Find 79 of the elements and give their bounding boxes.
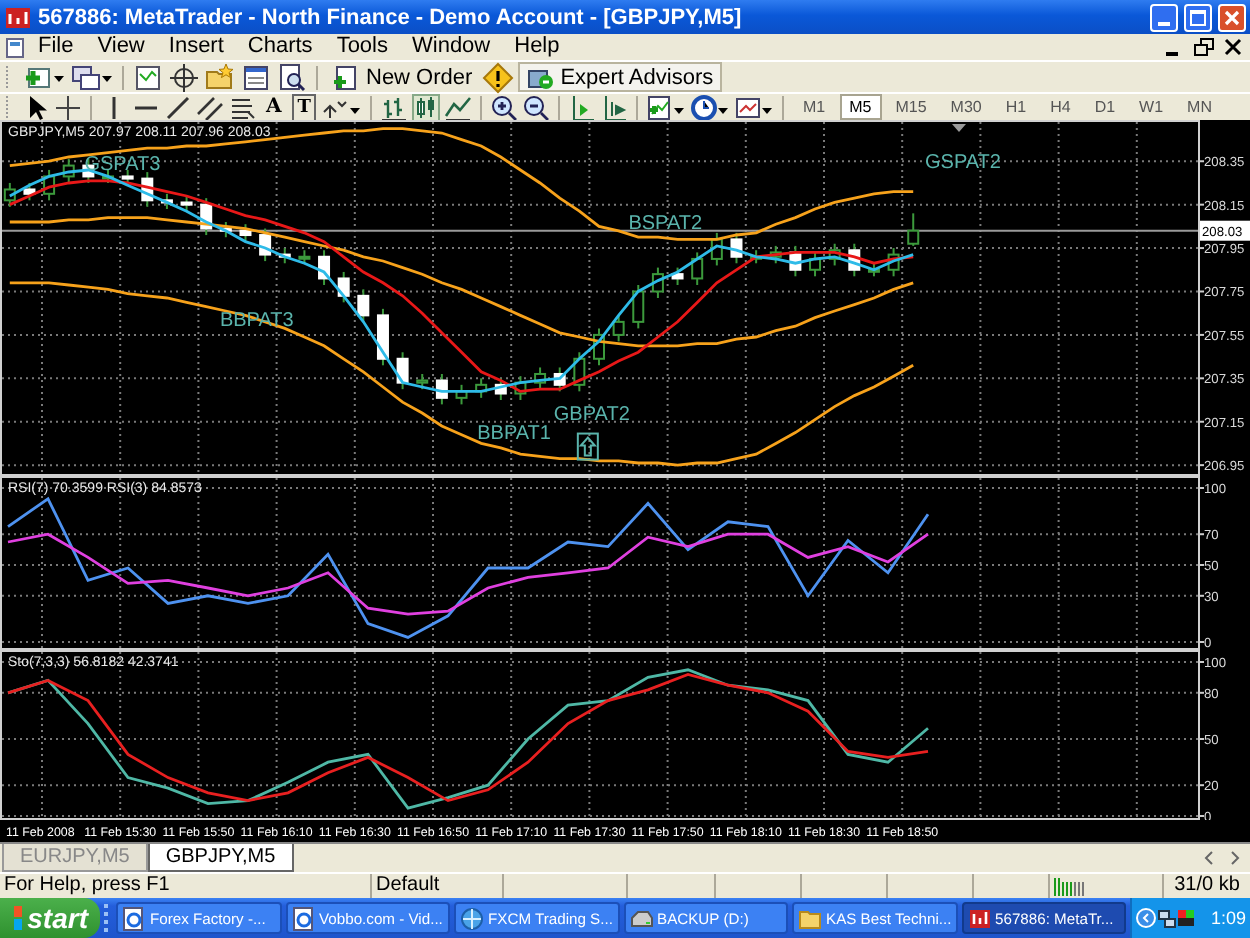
start-button[interactable]: start xyxy=(0,898,100,938)
shift-marker-icon[interactable] xyxy=(952,124,966,132)
close-icon xyxy=(1224,9,1240,25)
warning-icon[interactable] xyxy=(482,61,515,93)
menu-item[interactable]: File xyxy=(26,34,86,60)
text-tool[interactable]: A xyxy=(260,95,288,119)
new-order-button[interactable]: New Order xyxy=(326,62,479,92)
magnifier-icon[interactable] xyxy=(276,61,308,93)
arrow-up-icon xyxy=(576,432,599,461)
timeframe-button[interactable]: H1 xyxy=(995,94,1037,120)
trend-line-icon[interactable] xyxy=(164,93,192,121)
tray-app-icon[interactable] xyxy=(1178,910,1194,926)
scroll-left-icon[interactable] xyxy=(1202,850,1216,866)
app-icon xyxy=(4,3,32,31)
zoom-in-icon[interactable] xyxy=(490,93,519,121)
candlestick xyxy=(357,288,370,323)
candlestick xyxy=(907,212,920,247)
chart-shift-icon[interactable] xyxy=(600,93,629,121)
menu-item[interactable]: Tools xyxy=(324,34,400,60)
candlestick xyxy=(632,283,645,330)
windows-logo-icon xyxy=(12,904,22,932)
menu-item[interactable]: Charts xyxy=(235,34,325,60)
pattern-label: BBPAT1 xyxy=(477,423,551,446)
pattern-label: GBPAT2 xyxy=(553,403,630,426)
network-icon[interactable] xyxy=(1158,909,1176,927)
close-button[interactable] xyxy=(1218,3,1246,31)
channel-icon[interactable] xyxy=(196,93,224,121)
pattern-label: GSPAT2 xyxy=(925,151,1001,174)
timeframe-button[interactable]: M1 xyxy=(792,94,836,120)
candlestick xyxy=(376,307,389,367)
scroll-right-icon[interactable] xyxy=(1228,850,1242,866)
menu-item[interactable]: Window xyxy=(400,34,503,60)
browser-icon xyxy=(122,905,146,931)
timeframe-button[interactable]: M5 xyxy=(839,94,882,120)
timeframe-button[interactable]: M15 xyxy=(885,94,937,120)
templates-icon[interactable] xyxy=(734,93,775,121)
indicators-icon[interactable] xyxy=(646,93,687,121)
browser-icon xyxy=(291,905,315,931)
clock-icon[interactable] xyxy=(690,93,731,121)
candlestick xyxy=(612,314,625,343)
traffic-text: 31/0 kb xyxy=(1172,874,1242,898)
close-icon[interactable] xyxy=(1222,36,1246,58)
menu-item[interactable]: View xyxy=(85,34,157,60)
maximize-icon xyxy=(1190,9,1206,25)
document-icon[interactable] xyxy=(4,35,26,59)
candlestick xyxy=(337,270,350,304)
minimize-button[interactable] xyxy=(1150,3,1178,31)
candle-chart-icon[interactable] xyxy=(412,93,441,121)
windows-icon[interactable] xyxy=(70,61,114,93)
timeframe-button[interactable]: W1 xyxy=(1129,94,1174,120)
timeframe-button[interactable]: D1 xyxy=(1084,94,1126,120)
market-watch-icon[interactable] xyxy=(132,61,164,93)
crosshair-icon[interactable] xyxy=(54,93,82,121)
menu-item[interactable]: Help xyxy=(502,34,572,60)
connection-bars-icon xyxy=(1054,876,1086,896)
expert-advisors-button[interactable]: Expert Advisors xyxy=(518,62,722,92)
timeframe-button[interactable]: MN xyxy=(1177,94,1222,120)
folder-icon xyxy=(798,905,822,931)
terminal-icon[interactable] xyxy=(240,61,272,93)
chart-app-icon xyxy=(967,905,991,931)
clock: 1:09 xyxy=(1210,908,1246,928)
folder-star-icon[interactable] xyxy=(204,61,236,93)
globe-icon xyxy=(460,905,484,931)
line-chart-icon[interactable] xyxy=(444,93,473,121)
bar-chart-icon[interactable] xyxy=(380,93,409,121)
menu-item[interactable]: Insert xyxy=(156,34,236,60)
auto-scroll-icon[interactable] xyxy=(568,93,597,121)
timeframe-button[interactable]: M30 xyxy=(940,94,992,120)
timeframe-button[interactable]: H4 xyxy=(1040,94,1081,120)
restore-icon[interactable] xyxy=(1192,36,1216,58)
zoom-out-icon[interactable] xyxy=(522,93,551,121)
minimize-icon xyxy=(1158,21,1170,25)
crosshair-icon[interactable] xyxy=(168,61,200,93)
maximize-button[interactable] xyxy=(1184,3,1212,31)
pattern-label: BSPAT2 xyxy=(628,212,703,235)
chart-tab[interactable]: GBPJPY,M5 xyxy=(147,844,294,872)
fibonacci-icon[interactable] xyxy=(228,93,256,121)
window-title: 567886: MetaTrader - North Finance - Demo Account - [GBPJPY,M5] xyxy=(38,5,744,29)
drive-icon xyxy=(629,905,653,931)
